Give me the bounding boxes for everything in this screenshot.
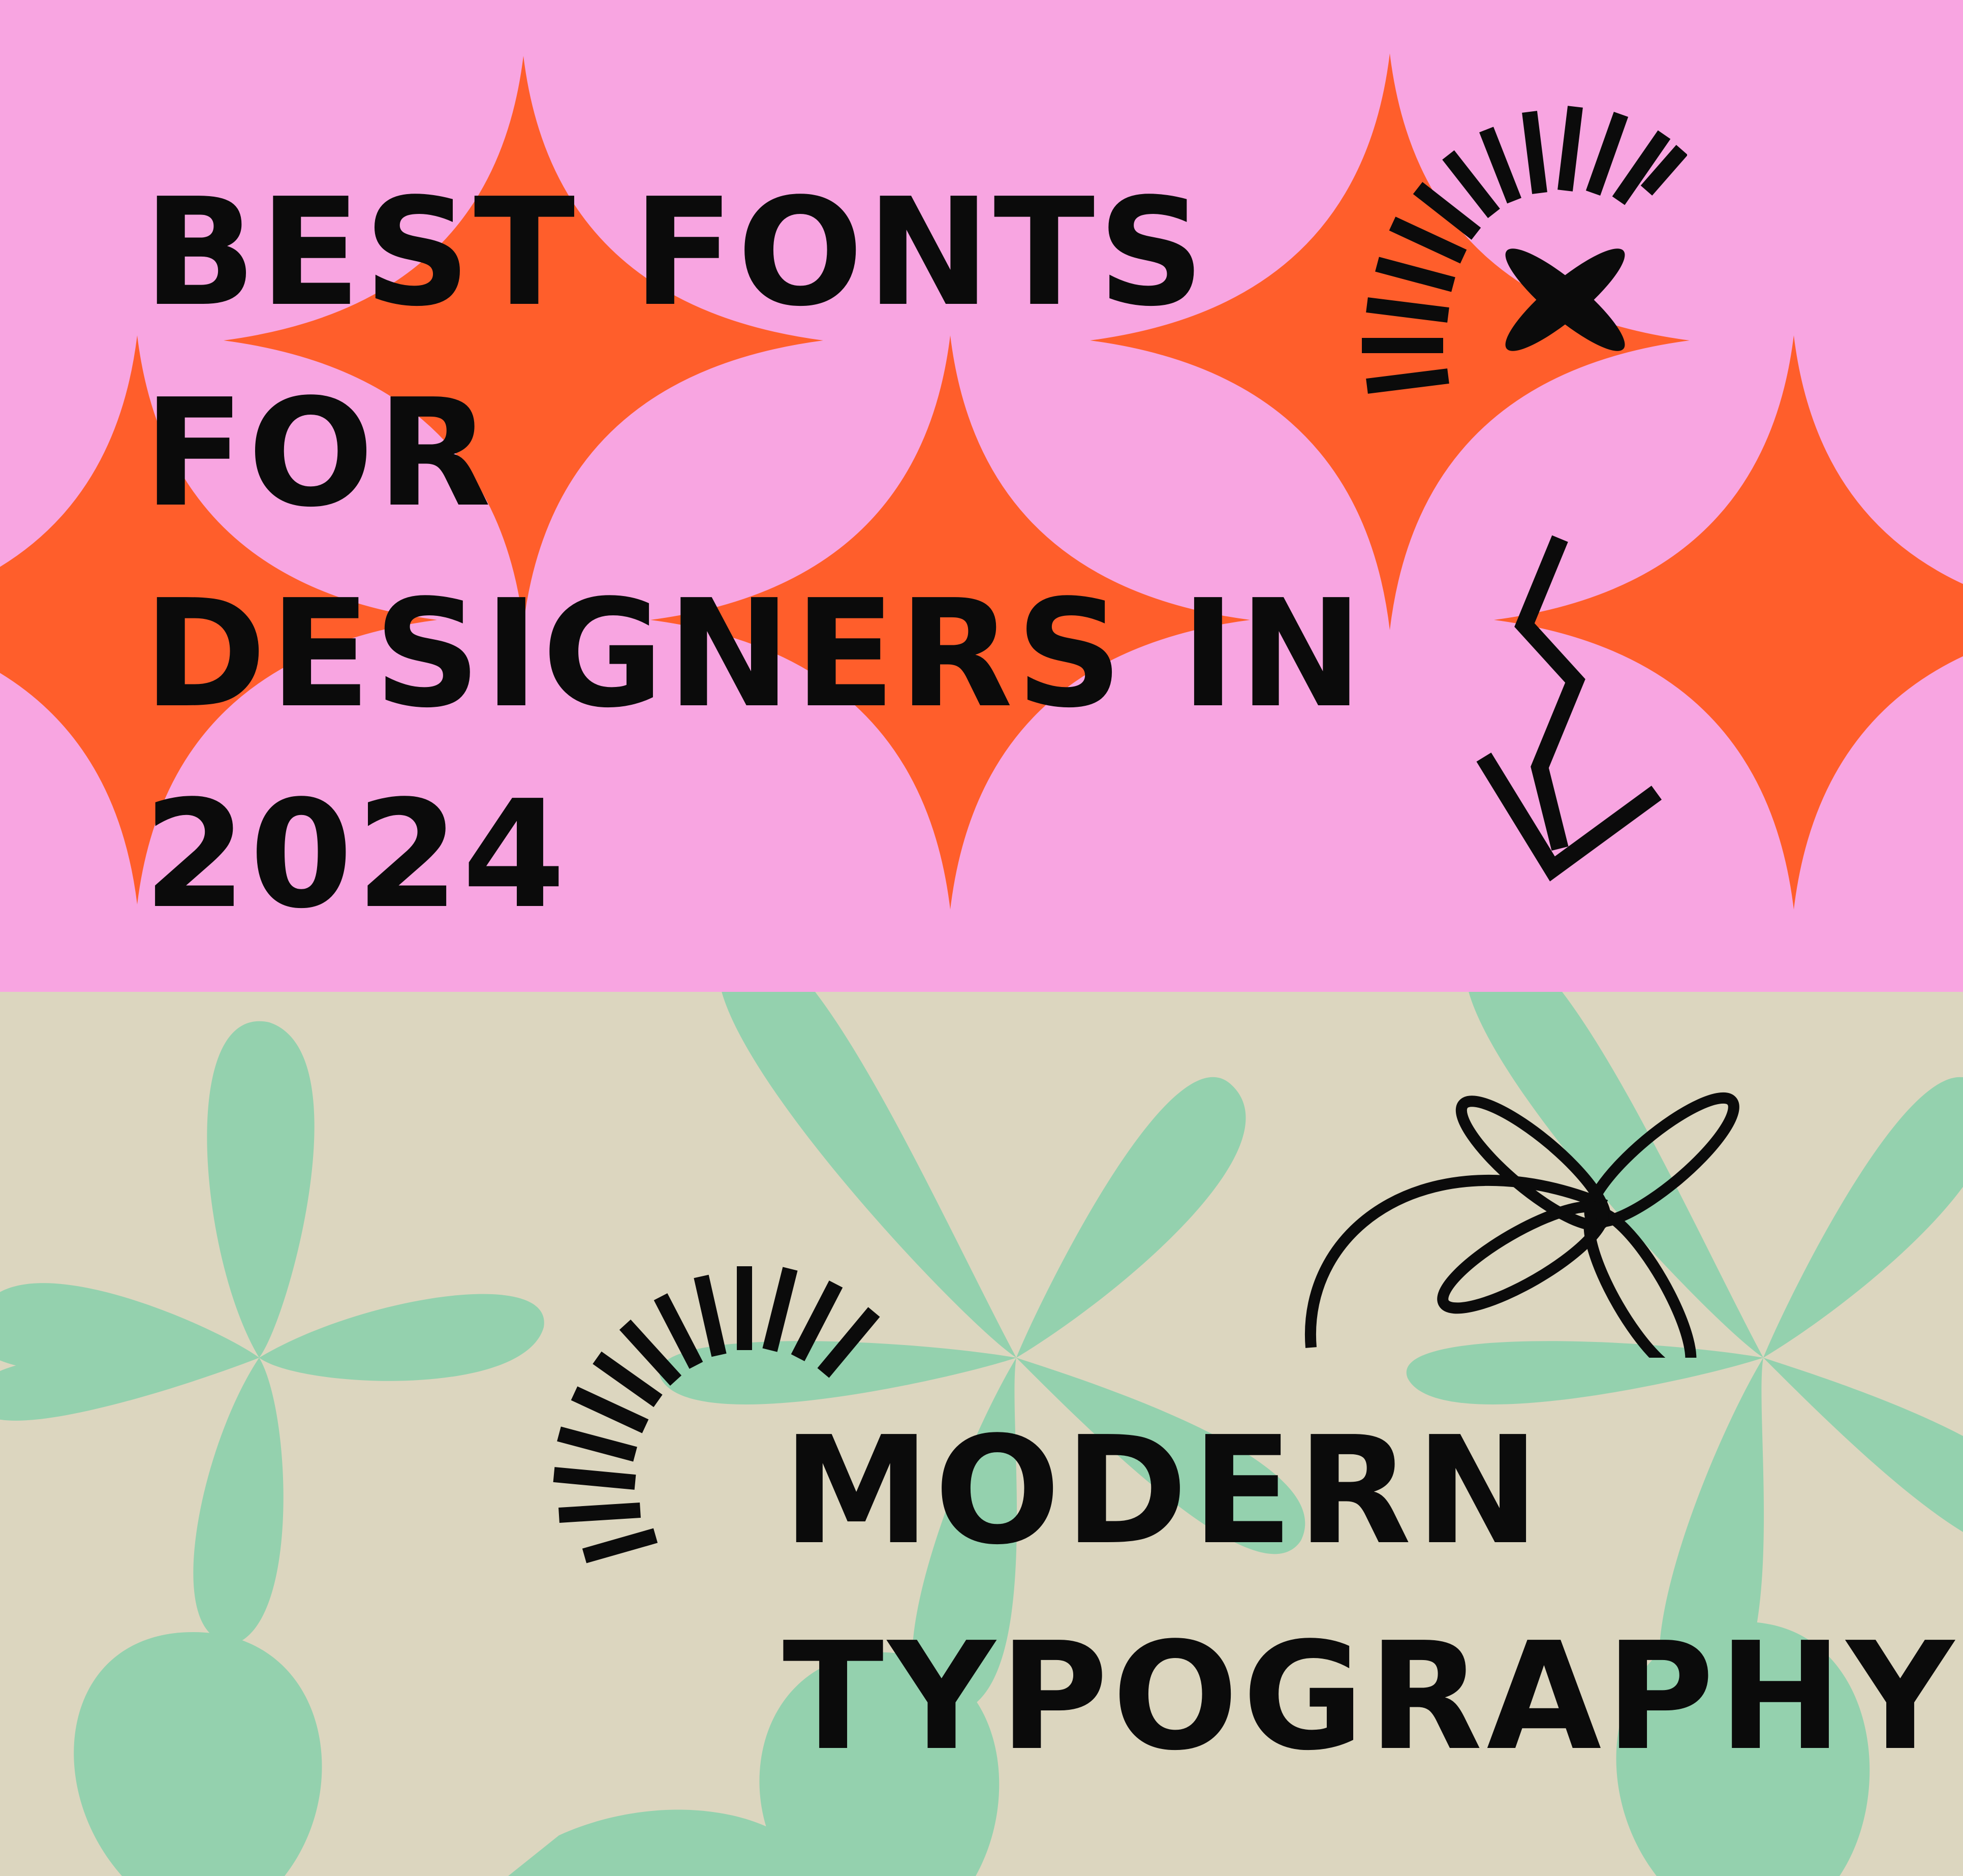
- flower-stem-icon: [1304, 1092, 1739, 1358]
- headline-line: 2024: [143, 768, 569, 941]
- headline-line: FOR: [143, 367, 494, 540]
- bottom-headline: MODERN TYPOGRAPHY: [783, 1388, 1958, 1800]
- petal-flower: [0, 1021, 544, 1643]
- petal-shape: [74, 1632, 322, 1876]
- headline-line: DESIGNERS IN: [143, 568, 1366, 740]
- headline-line: TYPOGRAPHY: [783, 1610, 1958, 1783]
- bottom-panel: MODERN TYPOGRAPHY: [0, 992, 1963, 1876]
- headline-line: BEST FONTS: [143, 166, 1208, 339]
- flower-icon: [1505, 248, 1625, 351]
- top-panel: BEST FONTS FOR DESIGNERS IN 2024: [0, 0, 1963, 992]
- top-headline: BEST FONTS FOR DESIGNERS IN 2024: [143, 152, 1366, 955]
- headline-line: MODERN: [783, 1404, 1544, 1577]
- poster: BEST FONTS FOR DESIGNERS IN 2024 MODERN …: [0, 0, 1963, 1876]
- zigzag-arrow-icon: [1476, 535, 1662, 882]
